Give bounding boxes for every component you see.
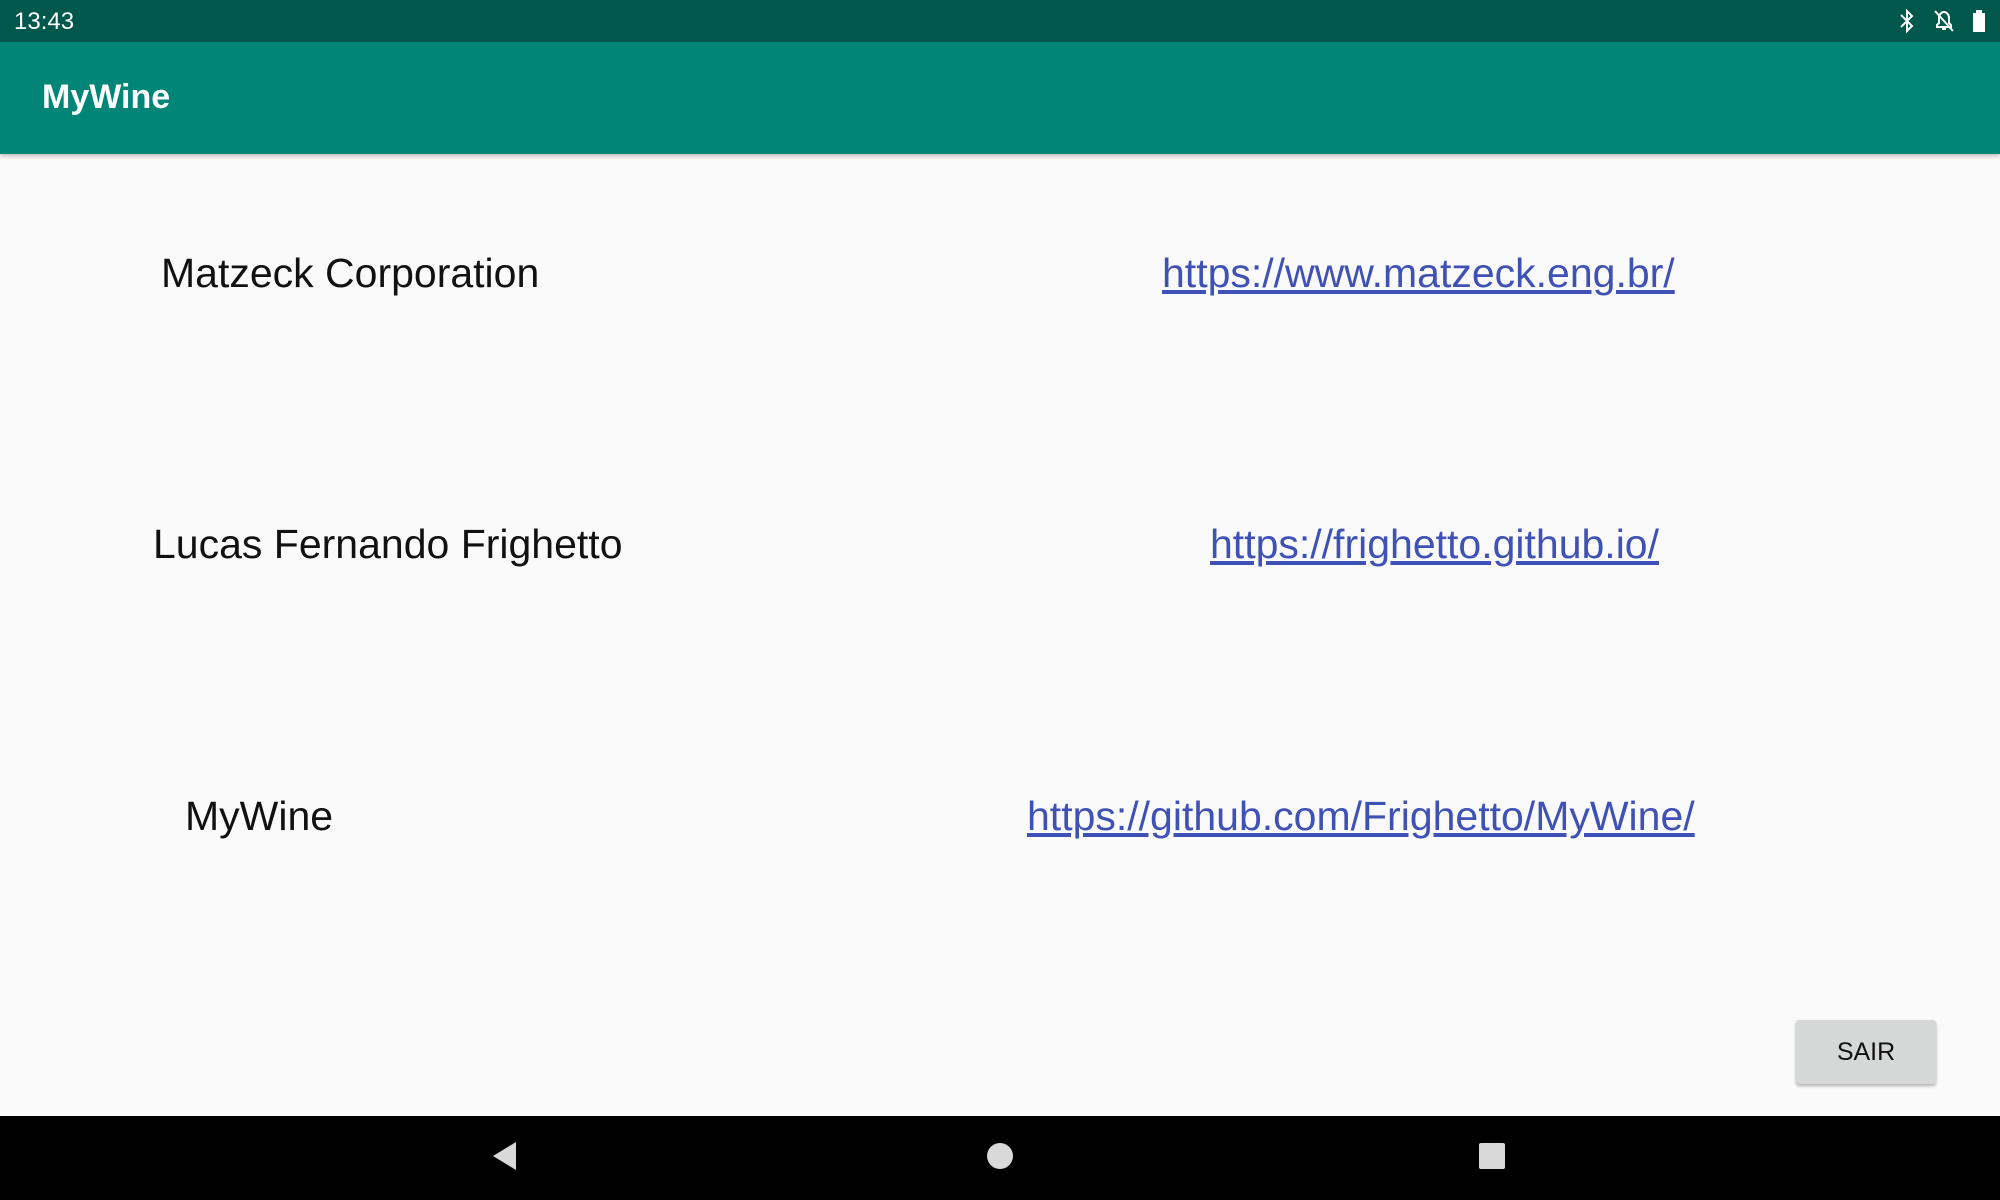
credit-link-author[interactable]: https://frighetto.github.io/ xyxy=(1210,521,1659,568)
nav-back-button[interactable] xyxy=(445,1116,565,1200)
nav-recents-button[interactable] xyxy=(1432,1116,1552,1200)
credit-name-company: Matzeck Corporation xyxy=(161,250,540,296)
recents-icon xyxy=(1477,1141,1507,1176)
credit-link-company[interactable]: https://www.matzeck.eng.br/ xyxy=(1162,250,1675,297)
notifications-off-icon xyxy=(1932,8,1956,34)
nav-home-button[interactable] xyxy=(940,1116,1060,1200)
credits-content xyxy=(0,154,2000,1116)
navigation-bar xyxy=(0,1116,2000,1200)
app-bar: MyWine xyxy=(0,42,2000,154)
status-icons xyxy=(1898,8,1986,34)
back-icon xyxy=(490,1140,520,1177)
home-icon xyxy=(985,1141,1015,1176)
battery-icon xyxy=(1972,8,1986,34)
credit-name-project: MyWine xyxy=(185,793,334,839)
app-title: MyWine xyxy=(42,78,171,116)
credit-name-author: Lucas Fernando Frighetto xyxy=(153,521,623,567)
bluetooth-icon xyxy=(1898,8,1916,34)
credit-link-project[interactable]: https://github.com/Frighetto/MyWine/ xyxy=(1027,793,1695,840)
exit-button[interactable]: SAIR xyxy=(1796,1020,1936,1084)
status-time: 13:43 xyxy=(14,8,75,35)
status-bar: 13:43 xyxy=(0,0,2000,42)
